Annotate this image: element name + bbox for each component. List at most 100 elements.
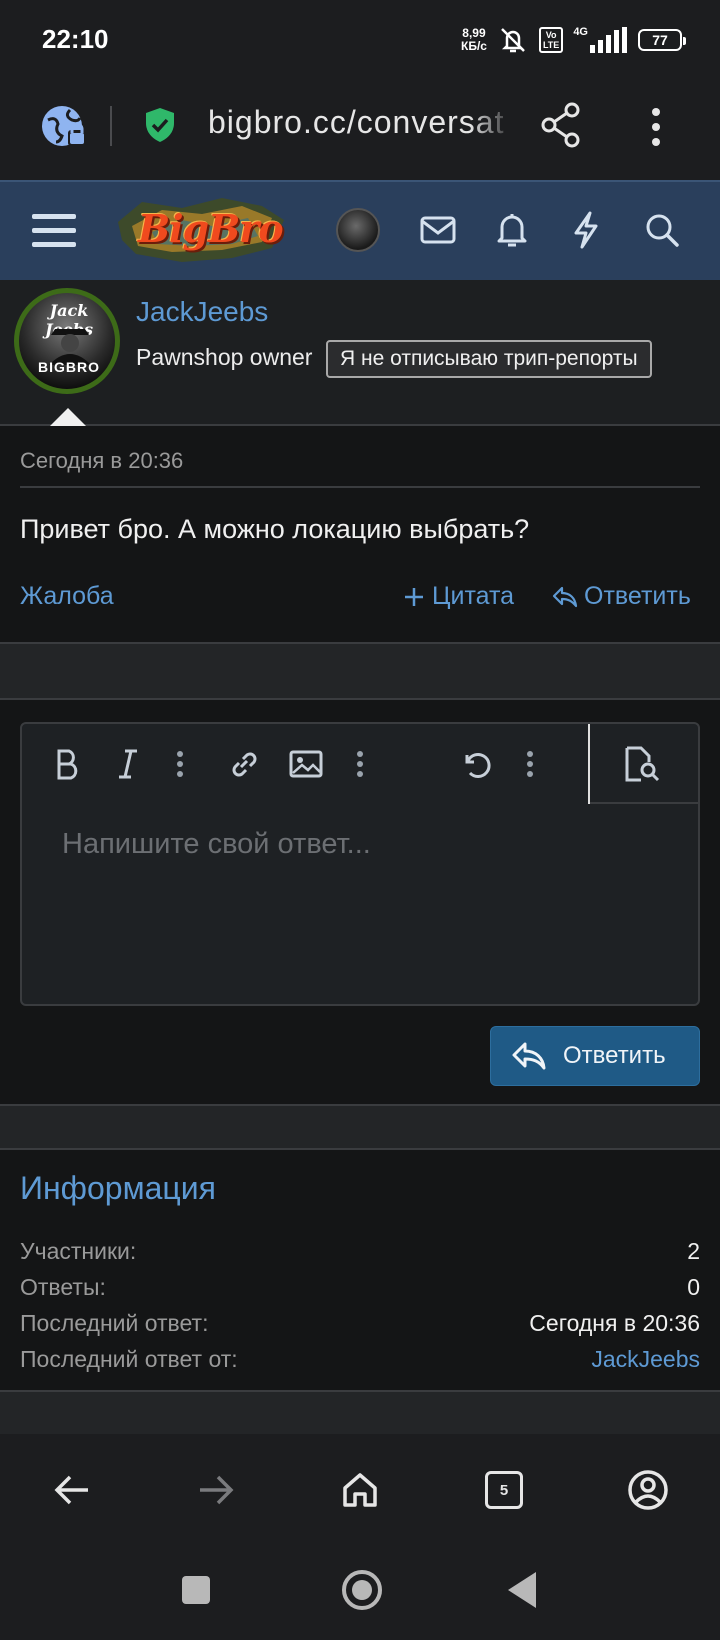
bold-button[interactable] <box>46 742 90 786</box>
info-label: Участники: <box>20 1238 137 1264</box>
conversation-info: Информация Участники: 2 Ответы: 0 Послед… <box>0 1148 720 1392</box>
message-text: Привет бро. А можно локацию выбрать? <box>20 514 530 544</box>
info-row-participants: Участники: 2 <box>20 1238 700 1272</box>
toolbar-underline <box>590 802 698 804</box>
author-title: Pawnshop owner <box>136 344 313 370</box>
arrow-right-icon <box>200 1475 234 1505</box>
editor-toolbar <box>22 724 698 804</box>
system-home-button[interactable] <box>342 1570 382 1610</box>
info-value: Сегодня в 20:36 <box>529 1310 700 1336</box>
status-icons: 8,99 КБ/с Vo LTE 4G 77 <box>461 22 686 58</box>
mute-icon <box>501 28 525 53</box>
bold-icon <box>57 749 78 780</box>
account-circle-icon <box>628 1470 668 1510</box>
info-value: 2 <box>687 1238 700 1264</box>
more-actions-button[interactable] <box>508 742 552 786</box>
more-insert-button[interactable] <box>338 742 382 786</box>
italic-button[interactable] <box>106 742 150 786</box>
search-icon[interactable] <box>640 208 684 252</box>
home-icon <box>343 1473 377 1507</box>
network-type: 4G <box>573 26 588 38</box>
submit-reply-button[interactable]: Ответить <box>490 1026 700 1086</box>
more-formatting-button[interactable] <box>158 742 202 786</box>
forward-button[interactable] <box>190 1464 242 1516</box>
image-button[interactable] <box>284 742 328 786</box>
italic-icon <box>119 749 137 779</box>
envelope-icon[interactable] <box>416 208 460 252</box>
site-info-icon[interactable] <box>40 102 88 150</box>
quote-label: Цитата <box>432 582 515 610</box>
message-author-block: Jack Jeebs BIGBRO JackJeebs Pawnshop own… <box>0 280 720 426</box>
shield-check-icon[interactable] <box>142 106 178 144</box>
author-avatar[interactable]: Jack Jeebs BIGBRO <box>14 288 120 394</box>
profile-button[interactable] <box>622 1464 674 1516</box>
url-fade <box>470 100 514 156</box>
info-label: Последний ответ: <box>20 1310 209 1336</box>
editor-placeholder[interactable]: Напишите свой ответ... <box>62 828 371 861</box>
battery-icon: 77 <box>638 29 686 51</box>
link-button[interactable] <box>222 742 266 786</box>
system-navigation-bar <box>0 1546 720 1640</box>
info-row-replies: Ответы: 0 <box>20 1274 700 1308</box>
browser-bottom-toolbar: 5 <box>0 1434 720 1546</box>
report-link[interactable]: Жалоба <box>20 582 114 611</box>
recents-button[interactable] <box>182 1576 210 1604</box>
battery-level: 77 <box>652 32 668 48</box>
message-date[interactable]: Сегодня в 20:36 <box>20 448 183 474</box>
more-vert-icon <box>527 751 533 777</box>
volte-icon: Vo LTE <box>538 27 564 53</box>
lightning-icon[interactable] <box>564 208 608 252</box>
status-time: 22:10 <box>42 24 109 54</box>
toolbar-separator <box>588 724 590 804</box>
site-header: BigBro <box>0 180 720 280</box>
tab-count: 5 <box>485 1471 523 1509</box>
more-vert-icon[interactable] <box>640 104 672 150</box>
section-gap <box>0 1106 720 1148</box>
image-icon <box>289 750 323 778</box>
last-reply-user-link[interactable]: JackJeebs <box>591 1346 700 1373</box>
reply-icon <box>552 586 578 607</box>
network-speed: 8,99 КБ/с <box>461 26 487 53</box>
section-gap <box>0 644 720 698</box>
url-field[interactable]: bigbro.cc/conversat <box>208 104 512 152</box>
reply-label: Ответить <box>584 582 691 610</box>
site-logo[interactable]: BigBro <box>112 192 288 270</box>
message-pointer <box>50 408 86 426</box>
signal-icon <box>590 27 627 53</box>
arrow-left-icon <box>54 1475 88 1505</box>
link-icon <box>232 752 257 777</box>
browser-address-bar: bigbro.cc/conversat <box>0 80 720 180</box>
more-vert-icon <box>357 751 363 777</box>
bell-icon[interactable] <box>490 208 534 252</box>
undo-icon <box>465 753 491 778</box>
message-divider <box>20 486 700 488</box>
author-name[interactable]: JackJeebs <box>136 296 268 328</box>
quote-button[interactable]: Цитата <box>404 582 514 611</box>
reply-link[interactable]: Ответить <box>552 582 691 611</box>
info-row-last-reply-by: Последний ответ от: JackJeebs <box>20 1346 700 1380</box>
message-body: Сегодня в 20:36 Привет бро. А можно лока… <box>0 426 720 644</box>
home-button[interactable] <box>334 1464 386 1516</box>
info-label: Ответы: <box>20 1274 106 1300</box>
avatar-caption-bottom: BIGBRO <box>38 359 100 375</box>
share-icon[interactable] <box>540 102 582 148</box>
reply-editor[interactable]: Напишите свой ответ... <box>20 722 700 1006</box>
address-divider <box>110 106 112 146</box>
info-value: 0 <box>687 1274 700 1300</box>
hamburger-menu-icon[interactable] <box>32 210 76 250</box>
preview-button[interactable] <box>620 742 664 786</box>
undo-button[interactable] <box>454 742 498 786</box>
back-button[interactable] <box>46 1464 98 1516</box>
author-banner: Я не отписываю трип-репорты <box>326 340 652 378</box>
system-back-button[interactable] <box>508 1572 536 1608</box>
info-title: Информация <box>20 1170 216 1206</box>
section-gap <box>0 1392 720 1434</box>
info-row-last-reply: Последний ответ: Сегодня в 20:36 <box>20 1310 700 1344</box>
plus-icon <box>405 587 423 606</box>
info-label: Последний ответ от: <box>20 1346 238 1372</box>
logo-text: BigBro <box>138 206 284 251</box>
submit-reply-label: Ответить <box>563 1042 666 1069</box>
tabs-button[interactable]: 5 <box>478 1464 530 1516</box>
account-avatar[interactable] <box>336 208 380 252</box>
more-vert-icon <box>177 751 183 777</box>
